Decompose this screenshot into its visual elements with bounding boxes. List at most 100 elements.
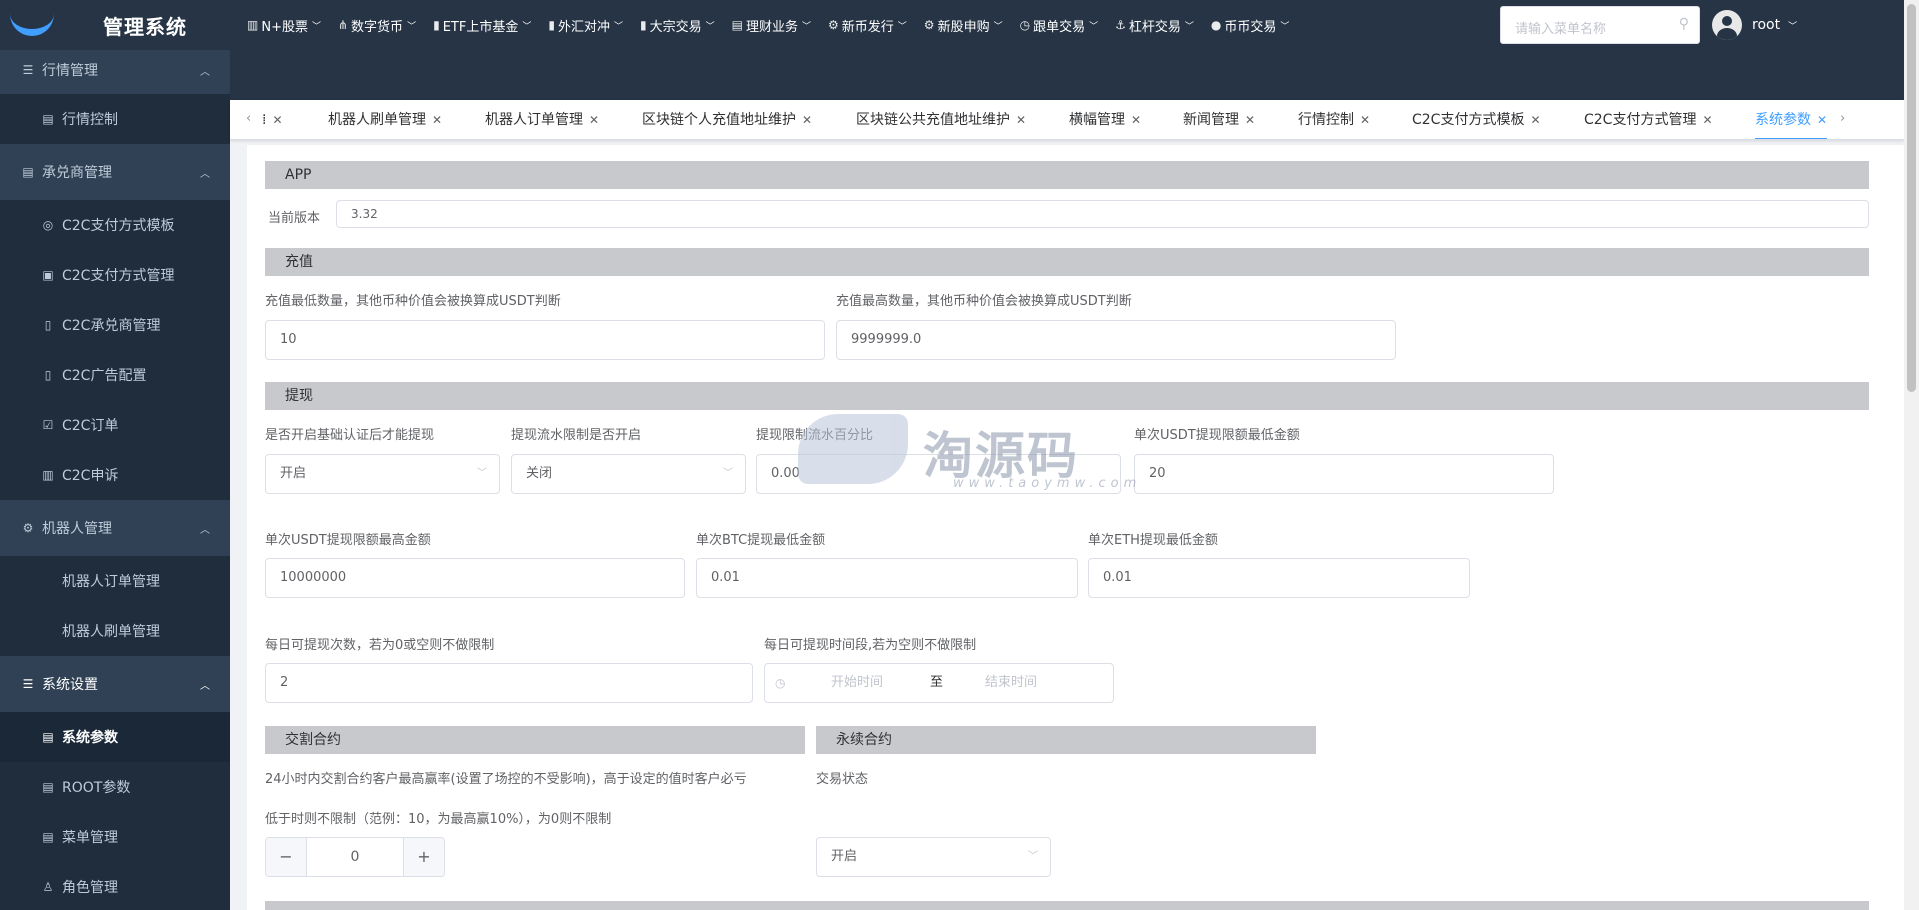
- sidebar-item-system-params[interactable]: ▤ 系统参数: [0, 712, 230, 762]
- recharge-max-label: 充值最高数量，其他币种价值会被换算成USDT判断: [836, 294, 1132, 309]
- topnav-item-forex[interactable]: ▮ 外汇对冲 ﹀: [548, 16, 623, 35]
- sidebar-item-c2c-order[interactable]: ☑ C2C订单: [0, 400, 230, 450]
- sidebar-group-robot[interactable]: ⚙ 机器人管理 ︿: [0, 500, 230, 556]
- decrement-button[interactable]: −: [266, 838, 306, 876]
- user-menu[interactable]: root ﹀: [1712, 8, 1797, 42]
- sidebar-item-c2c-pay-template[interactable]: ◎ C2C支付方式模板: [0, 200, 230, 250]
- topnav-item-ico[interactable]: ⚙ 新币发行 ﹀: [828, 16, 907, 35]
- sidebar-item-menu-manage[interactable]: ▤ 菜单管理: [0, 812, 230, 862]
- close-icon[interactable]: ✕: [1131, 113, 1141, 127]
- sidebar-item-c2c-pay-manage[interactable]: ▣ C2C支付方式管理: [0, 250, 230, 300]
- tag-market-control[interactable]: 行情控制 ✕: [1298, 100, 1370, 139]
- close-icon[interactable]: ✕: [1016, 113, 1026, 127]
- anchor-icon: ⚓: [1115, 18, 1126, 32]
- scrollbar-thumb[interactable]: [1907, 4, 1916, 392]
- section-delivery-contract: 交割合约: [265, 726, 805, 754]
- chevron-down-icon: ﹀: [407, 21, 417, 32]
- sidebar-group-system[interactable]: ☰ 系统设置 ︿: [0, 656, 230, 712]
- close-icon[interactable]: ✕: [802, 113, 812, 127]
- page-scrollbar[interactable]: [1904, 0, 1919, 910]
- delivery-rate-value[interactable]: 0: [306, 838, 404, 876]
- close-icon[interactable]: ✕: [589, 113, 599, 127]
- sidebar-group-market[interactable]: ☰ 行情管理 ︿: [0, 50, 230, 98]
- section-recharge: 充值: [265, 248, 1869, 276]
- logo[interactable]: 管理系统: [0, 0, 230, 50]
- share-icon: ⋔: [337, 18, 349, 32]
- close-icon[interactable]: ✕: [272, 113, 282, 127]
- topnav-item-finance[interactable]: ▤ 理财业务 ﹀: [732, 16, 811, 35]
- topnav-item-spot[interactable]: ● 币币交易 ﹀: [1211, 16, 1290, 35]
- list-icon: ☰: [22, 63, 34, 77]
- topnav-item-copytrade[interactable]: ◷ 跟单交易 ﹀: [1020, 16, 1099, 35]
- sidebar-item-robot-order[interactable]: 机器人订单管理: [0, 556, 230, 606]
- version-label: 当前版本: [268, 211, 321, 226]
- document-icon: ▤: [42, 730, 54, 744]
- tags-view: ‹ ⁞ ✕ 机器人刷单管理 ✕ 机器人订单管理 ✕ 区块链个人充值地址维护 ✕ 区块链公…: [230, 100, 1904, 140]
- usdt-min-input[interactable]: 20: [1134, 454, 1554, 494]
- chevron-left-icon[interactable]: ‹: [246, 111, 251, 126]
- close-icon[interactable]: ✕: [1817, 113, 1827, 127]
- close-icon[interactable]: ✕: [432, 113, 442, 127]
- pin-icon: ●: [1210, 18, 1222, 32]
- top-header: 管理系统 ▥ N+股票 ﹀ ⋔ 数字货币 ﹀ ▮ ETF上市基金 ﹀ ▮ 外汇对冲 ﹀ ▮ 大宗交…: [0, 0, 1904, 100]
- daily-time-label: 每日可提现时间段,若为空则不做限制: [764, 638, 977, 653]
- system-params-form: APP 当前版本 3.32 充值 充值最低数量，其他币种价值会被换算成USDT判…: [247, 145, 1904, 910]
- withdraw-flow-percent-input[interactable]: 0.00: [756, 454, 1121, 494]
- tag-banner[interactable]: 横幅管理 ✕: [1069, 100, 1141, 139]
- tag-c2c-pay-template[interactable]: C2C支付方式模板 ✕: [1412, 100, 1541, 139]
- delivery-rate-stepper[interactable]: − 0 +: [265, 837, 445, 877]
- tag-chain-public-address[interactable]: 区块链公共充值地址维护 ✕: [856, 100, 1026, 139]
- close-icon[interactable]: ✕: [1702, 113, 1712, 127]
- topnav-item-stock[interactable]: ▥ N+股票 ﹀: [247, 16, 321, 35]
- btc-min-input[interactable]: 0.01: [696, 558, 1078, 598]
- tag-truncated[interactable]: ⁞ ✕: [262, 100, 283, 139]
- tag-robot-brush[interactable]: 机器人刷单管理 ✕: [328, 100, 442, 139]
- sidebar-item-role-manage[interactable]: ♙ 角色管理: [0, 862, 230, 910]
- chevron-right-icon[interactable]: ›: [1840, 111, 1845, 126]
- chart-icon: ▥: [247, 18, 259, 32]
- time-end-input[interactable]: 结束时间: [985, 664, 1037, 702]
- bars-icon: ▮: [548, 18, 555, 32]
- daily-count-input[interactable]: 2: [265, 663, 753, 703]
- sidebar-item-c2c-acceptor[interactable]: ▯ C2C承兑商管理: [0, 300, 230, 350]
- withdraw-kyc-select[interactable]: 开启 ﹀: [265, 454, 500, 494]
- chevron-down-icon: ﹀: [1089, 21, 1099, 32]
- perpetual-status-label: 交易状态: [816, 772, 869, 787]
- topnav-item-etf[interactable]: ▮ ETF上市基金 ﹀: [433, 16, 531, 35]
- search-icon[interactable]: ⚲: [1679, 16, 1689, 32]
- tag-chain-personal-address[interactable]: 区块链个人充值地址维护 ✕: [642, 100, 812, 139]
- topnav-item-bulk[interactable]: ▮ 大宗交易 ﹀: [640, 16, 715, 35]
- close-icon[interactable]: ✕: [1360, 113, 1370, 127]
- close-icon[interactable]: ✕: [1530, 113, 1540, 127]
- perpetual-status-select[interactable]: 开启 ﹀: [816, 837, 1051, 877]
- close-icon[interactable]: ✕: [1245, 113, 1255, 127]
- topnav-item-leverage[interactable]: ⚓ 杠杆交易 ﹀: [1115, 16, 1194, 35]
- tag-news[interactable]: 新闻管理 ✕: [1183, 100, 1255, 139]
- topnav-item-crypto[interactable]: ⋔ 数字货币 ﹀: [338, 16, 416, 35]
- tag-robot-order[interactable]: 机器人订单管理 ✕: [485, 100, 599, 139]
- daily-time-range-picker[interactable]: ◷ 开始时间 至 结束时间: [764, 663, 1114, 703]
- eth-min-input[interactable]: 0.01: [1088, 558, 1470, 598]
- withdraw-flow-limit-select[interactable]: 关闭 ﹀: [511, 454, 746, 494]
- recharge-min-input[interactable]: 10: [265, 320, 825, 360]
- sidebar-item-robot-brush[interactable]: 机器人刷单管理: [0, 606, 230, 656]
- topnav-item-ipo[interactable]: ⚙ 新股申购 ﹀: [924, 16, 1003, 35]
- sidebar-item-c2c-appeal[interactable]: ▥ C2C申诉: [0, 450, 230, 500]
- usdt-max-input[interactable]: 10000000: [265, 558, 685, 598]
- gear-icon: ⚙: [22, 521, 34, 535]
- recharge-max-input[interactable]: 9999999.0: [836, 320, 1396, 360]
- version-input[interactable]: 3.32: [336, 200, 1869, 228]
- sidebar-item-market-control[interactable]: ▤ 行情控制: [0, 94, 230, 144]
- time-start-input[interactable]: 开始时间: [831, 664, 883, 702]
- bars-icon: ▮: [639, 18, 647, 32]
- tag-c2c-pay-manage[interactable]: C2C支付方式管理 ✕: [1584, 100, 1713, 139]
- sidebar-item-root-params[interactable]: ▤ ROOT参数: [0, 762, 230, 812]
- tag-system-params[interactable]: 系统参数 ✕: [1755, 100, 1828, 139]
- menu-search-input[interactable]: 请输入菜单名称 ⚲: [1500, 6, 1700, 44]
- checkbox-icon: ☑: [42, 418, 54, 432]
- chevron-up-icon: ︿: [200, 524, 210, 536]
- bars-icon: ▮: [433, 18, 440, 32]
- sidebar-group-acceptor[interactable]: ▤ 承兑商管理 ︿: [0, 144, 230, 200]
- increment-button[interactable]: +: [404, 838, 444, 876]
- sidebar-item-c2c-ad[interactable]: ▯ C2C广告配置: [0, 350, 230, 400]
